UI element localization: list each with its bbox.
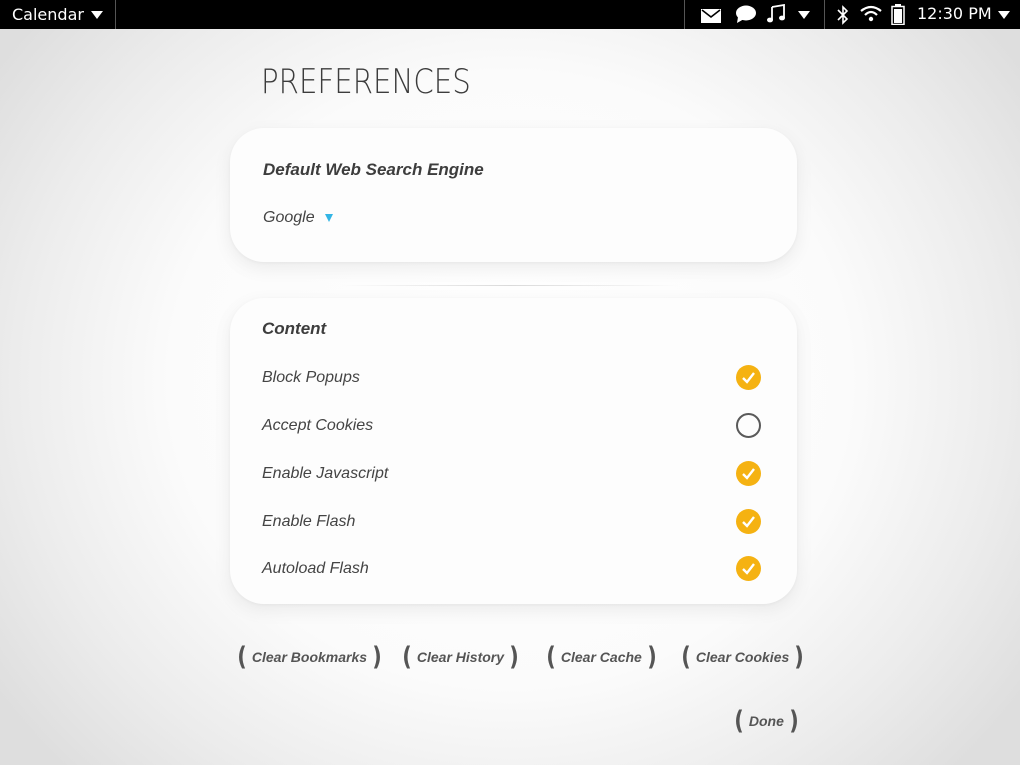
clear-bookmarks-button[interactable]: ( Clear Bookmarks ) (236, 643, 383, 671)
search-engine-heading: Default Web Search Engine (263, 160, 484, 179)
autoload-flash-checkbox[interactable] (736, 556, 761, 581)
clear-bookmarks-label: Clear Bookmarks (251, 649, 368, 665)
enable-flash-checkbox[interactable] (736, 509, 761, 534)
battery-icon (891, 4, 905, 29)
checkmark-icon (742, 468, 755, 480)
block-popups-label: Block Popups (262, 369, 360, 386)
wifi-icon (860, 5, 882, 27)
clear-cookies-label: Clear Cookies (695, 649, 790, 665)
music-icon (766, 3, 788, 28)
list-item: Enable Javascript (262, 461, 772, 487)
accept-cookies-label: Accept Cookies (262, 417, 374, 434)
search-engine-card (230, 128, 797, 262)
system-menu[interactable]: 12:30 PM (825, 0, 1020, 29)
enable-flash-label: Enable Flash (262, 513, 356, 530)
notifications-menu[interactable] (684, 0, 825, 29)
block-popups-checkbox[interactable] (736, 365, 761, 390)
app-menu-button[interactable]: Calendar (0, 0, 116, 29)
clear-cache-button[interactable]: ( Clear Cache ) (545, 643, 658, 671)
app-menu-label: Calendar (12, 5, 84, 24)
status-bar: Calendar 12:30 PM (0, 0, 1020, 29)
enable-javascript-checkbox[interactable] (736, 461, 761, 486)
checkmark-icon (742, 516, 755, 528)
content-heading: Content (262, 319, 327, 338)
clear-history-button[interactable]: ( Clear History ) (401, 643, 520, 671)
bluetooth-icon (837, 5, 849, 29)
autoload-flash-label: Autoload Flash (262, 560, 369, 577)
done-label: Done (748, 713, 784, 729)
section-divider (340, 285, 680, 286)
chevron-down-icon (91, 11, 103, 19)
search-engine-select[interactable]: Google (263, 207, 333, 229)
clear-cookies-button[interactable]: ( Clear Cookies ) (680, 643, 805, 671)
accept-cookies-checkbox[interactable] (736, 413, 761, 438)
chat-icon (735, 5, 757, 28)
page-title: PREFERENCES (261, 62, 471, 102)
chevron-down-icon (998, 11, 1010, 19)
done-button[interactable]: ( Done ) (733, 707, 800, 735)
enable-javascript-label: Enable Javascript (262, 465, 389, 482)
clear-cache-label: Clear Cache (560, 649, 642, 665)
mail-icon (701, 8, 721, 27)
clear-history-label: Clear History (416, 649, 505, 665)
list-item: Accept Cookies (262, 413, 772, 439)
checkmark-icon (742, 372, 755, 384)
list-item: Block Popups (262, 365, 772, 391)
checkmark-icon (742, 563, 755, 575)
caret-down-icon (324, 214, 333, 222)
search-engine-value: Google (263, 209, 315, 226)
list-item: Autoload Flash (262, 556, 772, 582)
clock: 12:30 PM (917, 4, 992, 23)
list-item: Enable Flash (262, 509, 772, 535)
chevron-down-icon (798, 11, 810, 19)
